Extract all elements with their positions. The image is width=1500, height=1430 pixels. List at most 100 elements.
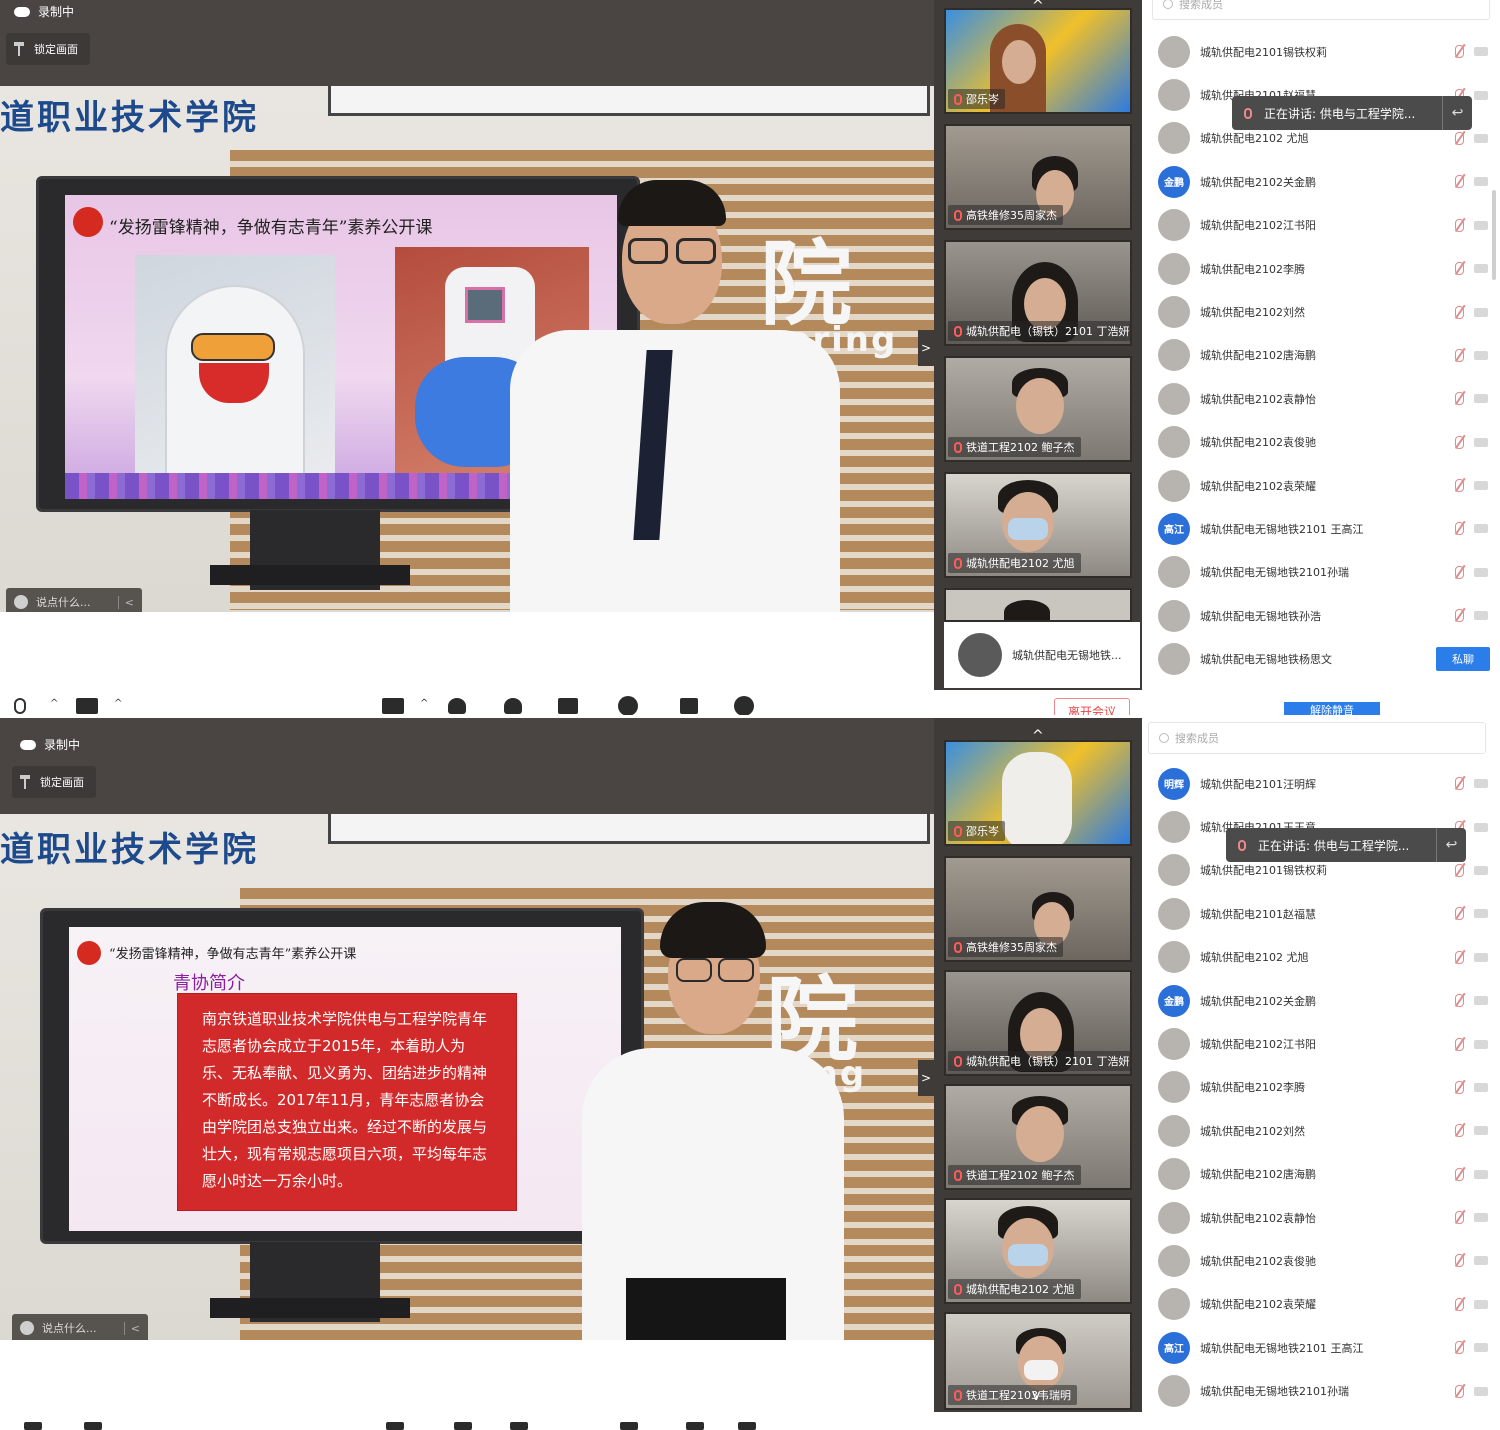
video-thumbnail[interactable]: 邵乐岑 (944, 740, 1132, 846)
mic-muted-icon[interactable] (1455, 1167, 1464, 1181)
mic-off-icon[interactable] (24, 1422, 42, 1430)
member-row[interactable]: 城轨供配电2102刘然 (1142, 1109, 1500, 1152)
camera-off-icon[interactable] (1474, 1343, 1488, 1353)
video-thumbnail[interactable]: 城轨供配电2102 尤旭 (944, 472, 1132, 578)
mic-muted-icon[interactable] (1455, 994, 1464, 1008)
camera-off-icon[interactable] (1474, 307, 1488, 317)
camera-off-icon[interactable] (1474, 1386, 1488, 1396)
mic-muted-icon[interactable] (1455, 175, 1464, 189)
share-screen-icon[interactable] (382, 698, 404, 714)
share-screen-icon[interactable] (386, 1422, 404, 1430)
mic-muted-icon[interactable] (1455, 565, 1464, 579)
mic-muted-icon[interactable] (1455, 479, 1464, 493)
camera-off-icon[interactable] (1474, 481, 1488, 491)
member-row[interactable]: 金鹏 城轨供配电2102关金鹏 (1142, 979, 1500, 1022)
mic-muted-icon[interactable] (1455, 45, 1464, 59)
mic-muted-icon[interactable] (1455, 522, 1464, 536)
member-row[interactable]: 城轨供配电2102袁静怡 (1142, 1196, 1500, 1239)
apps-icon[interactable] (686, 1422, 704, 1430)
member-row[interactable]: 城轨供配电2102袁荣耀 (1142, 1283, 1500, 1326)
mic-muted-icon[interactable] (1455, 1211, 1464, 1225)
mic-muted-icon[interactable] (1455, 907, 1464, 921)
member-row[interactable]: 高江 城轨供配电无锡地铁2101 王高江 (1142, 507, 1500, 550)
record-icon[interactable] (618, 696, 638, 715)
leave-meeting-button[interactable]: 离开会议 (1054, 698, 1130, 715)
member-row[interactable]: 城轨供配电2102李腾 (1142, 247, 1500, 290)
member-row[interactable]: 城轨供配电无锡地铁孙浩 (1142, 594, 1500, 637)
camera-off-icon[interactable] (1474, 822, 1488, 832)
camera-off-icon[interactable] (1474, 1039, 1488, 1049)
camera-off-icon[interactable] (1474, 394, 1488, 404)
member-row[interactable]: 城轨供配电2102袁荣耀 (1142, 464, 1500, 507)
mic-muted-icon[interactable] (1455, 1254, 1464, 1268)
video-thumbnail[interactable]: 城轨供配电（锡铁）2101 丁浩妍 (944, 970, 1132, 1076)
member-row[interactable]: 城轨供配电2102李腾 (1142, 1066, 1500, 1109)
chat-icon[interactable] (558, 698, 578, 714)
camera-off-icon[interactable] (1474, 779, 1488, 789)
video-thumbnail[interactable]: 铁道工程2102 鲍子杰 (944, 1084, 1132, 1190)
camera-off-icon[interactable] (1474, 1082, 1488, 1092)
member-row[interactable]: 城轨供配电2102 尤旭 (1142, 936, 1500, 979)
camera-off-icon[interactable] (1474, 952, 1488, 962)
mic-off-icon[interactable] (14, 698, 26, 714)
emoji-icon[interactable] (20, 1321, 34, 1335)
members-icon[interactable] (510, 1422, 528, 1430)
member-row[interactable]: 城轨供配电2102唐海鹏 (1142, 1153, 1500, 1196)
mic-muted-icon[interactable] (1455, 1297, 1464, 1311)
camera-off-icon[interactable] (1474, 350, 1488, 360)
invite-member-icon[interactable] (448, 698, 466, 714)
mic-muted-icon[interactable] (1455, 1341, 1464, 1355)
mic-muted-icon[interactable] (1455, 1080, 1464, 1094)
mic-muted-icon[interactable] (1455, 950, 1464, 964)
invite-member-icon[interactable] (454, 1422, 472, 1430)
member-row[interactable]: 城轨供配电2102江书阳 (1142, 1022, 1500, 1065)
mic-muted-icon[interactable] (1455, 348, 1464, 362)
video-thumbnail[interactable]: 城轨供配电2102 尤旭 (944, 1198, 1132, 1304)
mic-muted-icon[interactable] (1455, 609, 1464, 623)
mic-muted-icon[interactable] (1455, 392, 1464, 406)
camera-off-icon[interactable] (1474, 264, 1488, 274)
member-row[interactable]: 城轨供配电无锡地铁2101孙瑞 (1142, 1369, 1500, 1412)
member-row[interactable]: 城轨供配电2102袁俊驰 (1142, 1239, 1500, 1282)
camera-off-icon[interactable] (1474, 47, 1488, 57)
members-icon[interactable] (504, 698, 522, 714)
collapse-chat-icon[interactable]: < (117, 595, 134, 609)
chevron-up-icon[interactable]: ^ (50, 698, 58, 709)
mic-muted-icon[interactable] (1455, 1384, 1464, 1398)
expand-strip-button[interactable]: > (918, 330, 934, 366)
member-row[interactable]: 明辉 城轨供配电2101汪明辉 (1142, 762, 1500, 805)
chat-input[interactable]: 说点什么... < (6, 588, 142, 612)
video-thumbnail[interactable]: 邵乐岑 (944, 8, 1132, 114)
camera-off-icon[interactable] (1474, 1213, 1488, 1223)
record-icon[interactable] (620, 1422, 638, 1430)
camera-off-icon[interactable] (1474, 567, 1488, 577)
mic-muted-icon[interactable] (1455, 131, 1464, 145)
search-input[interactable]: 搜索成员 (1152, 0, 1490, 20)
camera-off-icon[interactable] (84, 1422, 102, 1430)
video-thumbnail[interactable]: 高铁维修35周家杰 (944, 124, 1132, 230)
camera-off-icon[interactable] (1474, 611, 1488, 621)
gear-icon[interactable] (734, 696, 754, 715)
mic-muted-icon[interactable] (1455, 863, 1464, 877)
unmute-all-button[interactable]: 解除静音 (1284, 702, 1380, 715)
member-row[interactable]: 城轨供配电2102刘然 (1142, 290, 1500, 333)
back-icon[interactable]: ↩ (1436, 828, 1466, 862)
chevron-up-icon[interactable]: ^ (114, 698, 122, 709)
member-row[interactable]: 城轨供配电2102袁静怡 (1142, 377, 1500, 420)
camera-off-icon[interactable] (1474, 133, 1488, 143)
camera-off-icon[interactable] (1474, 1299, 1488, 1309)
expand-strip-button[interactable]: > (918, 1060, 934, 1096)
speaking-participant-card[interactable]: 城轨供配电无锡地铁... (944, 622, 1140, 688)
camera-off-icon[interactable] (1474, 1169, 1488, 1179)
camera-off-icon[interactable] (1474, 909, 1488, 919)
member-row[interactable]: 城轨供配电2101赵福慧 (1142, 892, 1500, 935)
mic-muted-icon[interactable] (1455, 777, 1464, 791)
mic-muted-icon[interactable] (1455, 1037, 1464, 1051)
member-row[interactable]: 城轨供配电2102唐海鹏 (1142, 334, 1500, 377)
camera-off-icon[interactable] (1474, 524, 1488, 534)
member-row[interactable]: 金鹏 城轨供配电2102关金鹏 (1142, 160, 1500, 203)
member-row[interactable]: 城轨供配电2101锡铁权莉 (1142, 30, 1500, 73)
collapse-chat-icon[interactable]: < (123, 1321, 140, 1335)
mic-muted-icon[interactable] (1455, 435, 1464, 449)
video-thumbnail[interactable]: 城轨供配电（锡铁）2101 丁浩妍 (944, 240, 1132, 346)
